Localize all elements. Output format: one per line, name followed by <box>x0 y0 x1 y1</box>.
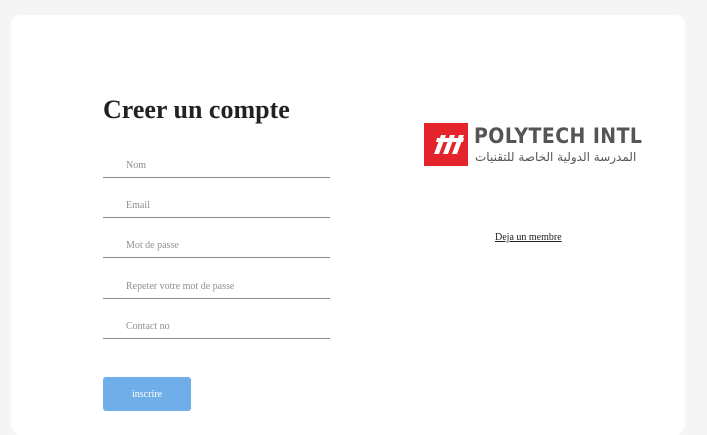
register-button[interactable]: inscrire <box>103 377 191 411</box>
signup-card: Creer un compte inscrire <box>11 15 685 435</box>
email-input[interactable] <box>103 196 330 218</box>
brand-arabic-name: المدرسة الدولية الخاصة للتقنيات <box>475 150 637 164</box>
already-member-link[interactable]: Deja un membre <box>495 232 562 243</box>
polytech-logo: POLYTECH INTL المدرسة الدولية الخاصة للت… <box>424 123 643 167</box>
name-input[interactable] <box>103 156 330 178</box>
password-input[interactable] <box>103 236 330 258</box>
polytech-logo-icon <box>424 123 468 166</box>
page-title: Creer un compte <box>103 95 290 124</box>
confirm-password-input[interactable] <box>103 277 330 299</box>
brand-name: POLYTECH INTL <box>474 124 643 148</box>
contact-number-input[interactable] <box>103 317 330 339</box>
